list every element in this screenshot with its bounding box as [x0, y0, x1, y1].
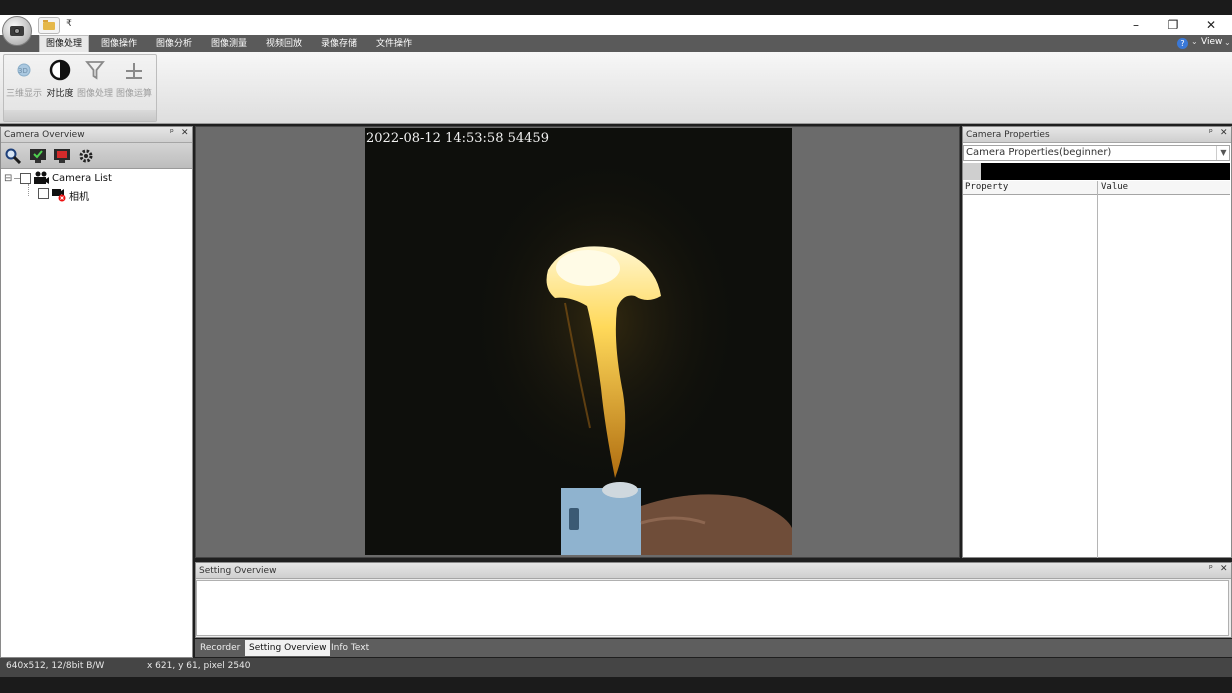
search-icon[interactable] — [5, 148, 22, 165]
image-format-status: 640x512, 12/8bit B/W — [6, 661, 105, 671]
ribbon-group-footer — [4, 110, 156, 121]
setting-overview-header: Setting Overview — [196, 563, 1231, 579]
tab-recording-storage[interactable]: 录像存储 — [315, 36, 363, 52]
quick-access-customize-button[interactable]: ₹ — [64, 17, 74, 31]
camera-list-checkbox[interactable] — [20, 173, 31, 184]
disconnect-camera-icon[interactable] — [53, 148, 70, 164]
pin-icon[interactable]: ᵖ — [170, 128, 174, 138]
close-panel-icon[interactable]: ✕ — [1220, 564, 1228, 574]
camera-overview-header: Camera Overview — [1, 127, 192, 143]
app-menu-button[interactable] — [2, 16, 32, 46]
image-processing-button[interactable]: 图像处理 — [76, 58, 114, 100]
3d-display-icon: 3D — [12, 58, 36, 82]
close-panel-icon[interactable]: ✕ — [181, 128, 189, 138]
camera-overview-title: Camera Overview — [4, 130, 85, 140]
column-divider[interactable] — [1097, 181, 1098, 558]
title-bar — [0, 15, 1232, 35]
camera-label[interactable]: 相机 — [69, 188, 89, 203]
image-operation-button[interactable]: 图像运算 — [115, 58, 153, 100]
properties-toolbar-button[interactable] — [963, 163, 981, 180]
tab-image-processing[interactable]: 图像处理 — [39, 35, 90, 53]
cursor-position-status: x 621, y 61, pixel 2540 — [147, 661, 251, 671]
help-icon[interactable]: ? — [1177, 38, 1188, 49]
open-folder-button[interactable] — [38, 17, 60, 34]
camera-offline-icon — [51, 186, 67, 205]
tree-line — [28, 184, 30, 196]
camera-list-label[interactable]: Camera List — [52, 173, 112, 184]
close-panel-icon[interactable]: ✕ — [1220, 128, 1228, 138]
restore-button[interactable]: ❐ — [1155, 15, 1191, 35]
tab-file-operation[interactable]: 文件操作 — [370, 36, 418, 52]
tab-info-text[interactable]: Info Text — [327, 640, 373, 656]
filter-icon — [83, 58, 107, 82]
tab-setting-overview[interactable]: Setting Overview — [245, 640, 331, 656]
pin-icon[interactable]: ᵖ — [1209, 564, 1213, 574]
image-processing-label: 图像处理 — [76, 89, 113, 99]
property-column-header: Property — [965, 182, 1009, 192]
camera-icon — [10, 26, 24, 36]
camera-overview-panel: Camera Overview — [0, 126, 193, 658]
contrast-label: 对比度 — [46, 89, 74, 99]
image-operation-icon — [122, 58, 146, 82]
contrast-icon — [48, 58, 72, 82]
properties-toolbar — [963, 163, 1230, 180]
camera-properties-header: Camera Properties — [963, 127, 1231, 143]
3d-display-label: 三维显示 — [5, 89, 42, 99]
view-menu[interactable]: View — [1201, 37, 1222, 47]
settings-gear-icon[interactable] — [78, 148, 94, 164]
chevron-down-icon[interactable]: ▼ — [1216, 146, 1230, 160]
camera-image[interactable] — [365, 128, 792, 555]
tab-image-operation[interactable]: 图像操作 — [95, 36, 143, 52]
help-caret-icon[interactable]: ⌄ — [1191, 37, 1198, 46]
3d-display-button[interactable]: 3D 三维显示 — [5, 58, 43, 100]
close-window-button[interactable]: ✕ — [1193, 15, 1229, 35]
top-border — [0, 0, 1232, 15]
minimize-button[interactable]: – — [1118, 15, 1154, 35]
setting-overview-content — [196, 580, 1229, 636]
properties-level-select[interactable]: Camera Properties(beginner) — [963, 145, 1230, 161]
image-operation-label: 图像运算 — [115, 89, 152, 99]
tab-recorder[interactable]: Recorder — [196, 640, 244, 656]
tree-expander-icon[interactable]: ⊟ — [4, 173, 12, 184]
camera-group-icon — [33, 171, 49, 188]
pin-icon[interactable]: ᵖ — [1209, 128, 1213, 138]
connect-camera-icon[interactable] — [29, 148, 46, 164]
bottom-border — [0, 677, 1232, 693]
svg-text:3D: 3D — [18, 67, 28, 75]
tab-image-analysis[interactable]: 图像分析 — [150, 36, 198, 52]
setting-overview-title: Setting Overview — [199, 566, 277, 576]
value-column-header: Value — [1101, 182, 1129, 192]
tab-video-playback[interactable]: 视频回放 — [260, 36, 308, 52]
tab-image-measurement[interactable]: 图像测量 — [205, 36, 253, 52]
camera-properties-title: Camera Properties — [966, 130, 1050, 140]
contrast-button[interactable]: 对比度 — [41, 58, 79, 100]
view-caret-icon[interactable]: ⌄ — [1224, 38, 1231, 47]
folder-icon — [43, 19, 55, 30]
camera-checkbox[interactable] — [38, 188, 49, 199]
ribbon-body — [0, 52, 1232, 124]
image-timestamp: 2022-08-12 14:53:58 54459 — [366, 131, 549, 146]
